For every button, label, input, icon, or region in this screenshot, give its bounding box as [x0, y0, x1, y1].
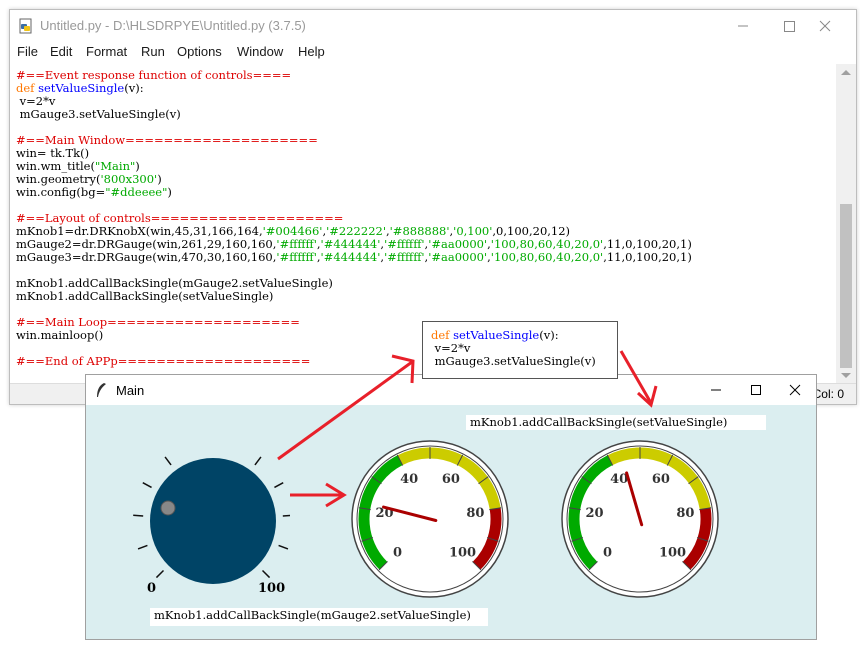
gauge-tick-label: 80	[466, 506, 484, 521]
main-minimize-icon[interactable]	[696, 375, 736, 405]
menu-window[interactable]: Window	[237, 44, 283, 59]
status-column: Col: 0	[812, 387, 844, 401]
idle-titlebar[interactable]: Untitled.py - D:\HLSDRPYE\Untitled.py (3…	[10, 10, 856, 42]
menu-help[interactable]: Help	[298, 44, 325, 59]
scroll-down-icon[interactable]	[841, 373, 851, 378]
knob-control[interactable]: 0 100	[130, 455, 290, 605]
close-icon	[819, 20, 831, 32]
gauge-tick-label: 0	[393, 546, 402, 561]
menu-edit[interactable]: Edit	[50, 44, 72, 59]
gauge-tick-label: 100	[659, 546, 686, 561]
menu-format[interactable]: Format	[86, 44, 127, 59]
python-file-icon	[19, 18, 32, 34]
main-close-icon[interactable]	[776, 375, 816, 405]
gauge-tick-label: 80	[676, 506, 694, 521]
knob-tick	[261, 569, 271, 579]
label-bottom-callback: mKnob1.addCallBackSingle(mGauge2.setValu…	[150, 608, 488, 626]
menu-file[interactable]: File	[17, 44, 38, 59]
minimize-icon	[738, 25, 748, 27]
vertical-scrollbar[interactable]	[836, 64, 856, 384]
menu-run[interactable]: Run	[141, 44, 165, 59]
knob-tick	[155, 569, 165, 579]
callout-code: def setValueSingle(v): v=2*v mGauge3.set…	[431, 328, 596, 368]
knob-pointer	[160, 500, 176, 516]
gauge-mgauge2: 02040 6080100	[351, 440, 509, 598]
maximize-button[interactable]	[766, 10, 812, 42]
knob-body[interactable]	[150, 458, 276, 584]
knob-tick	[164, 456, 172, 466]
gauge-mgauge3: 02040 6080100	[561, 440, 719, 598]
knob-tick	[254, 456, 262, 466]
knob-max-label: 100	[258, 581, 285, 596]
close-button[interactable]	[810, 10, 856, 42]
gauge-tick-label: 0	[603, 546, 612, 561]
minimize-button[interactable]	[720, 10, 766, 42]
gauge-tick-label: 40	[400, 472, 418, 487]
knob-tick	[137, 544, 148, 550]
main-tk-window: Main mKnob1.addCallBackSingle(setValueSi…	[85, 374, 817, 640]
label-top-callback: mKnob1.addCallBackSingle(setValueSingle)	[466, 415, 766, 430]
gauge-tick-label: 60	[652, 472, 670, 487]
scroll-up-icon[interactable]	[841, 70, 851, 75]
knob-tick	[278, 544, 289, 550]
gauge-tick-label: 60	[442, 472, 460, 487]
menu-options[interactable]: Options	[177, 44, 222, 59]
knob-tick	[142, 482, 152, 489]
gauge-tick-label: 20	[586, 506, 604, 521]
callout-code-box: def setValueSingle(v): v=2*v mGauge3.set…	[422, 321, 618, 379]
main-maximize-icon[interactable]	[736, 375, 776, 405]
gauge-tick-label: 100	[449, 546, 476, 561]
main-window-title: Main	[116, 383, 145, 398]
window-title: Untitled.py - D:\HLSDRPYE\Untitled.py (3…	[40, 18, 306, 33]
maximize-icon	[784, 21, 795, 32]
menu-bar: File Edit Format Run Options Window Help	[10, 42, 856, 62]
knob-tick	[282, 514, 290, 517]
knob-tick	[133, 514, 144, 517]
feather-icon	[97, 383, 106, 397]
scroll-thumb[interactable]	[840, 204, 852, 368]
main-titlebar[interactable]: Main	[86, 375, 816, 405]
knob-tick	[274, 482, 284, 489]
knob-min-label: 0	[147, 581, 156, 596]
